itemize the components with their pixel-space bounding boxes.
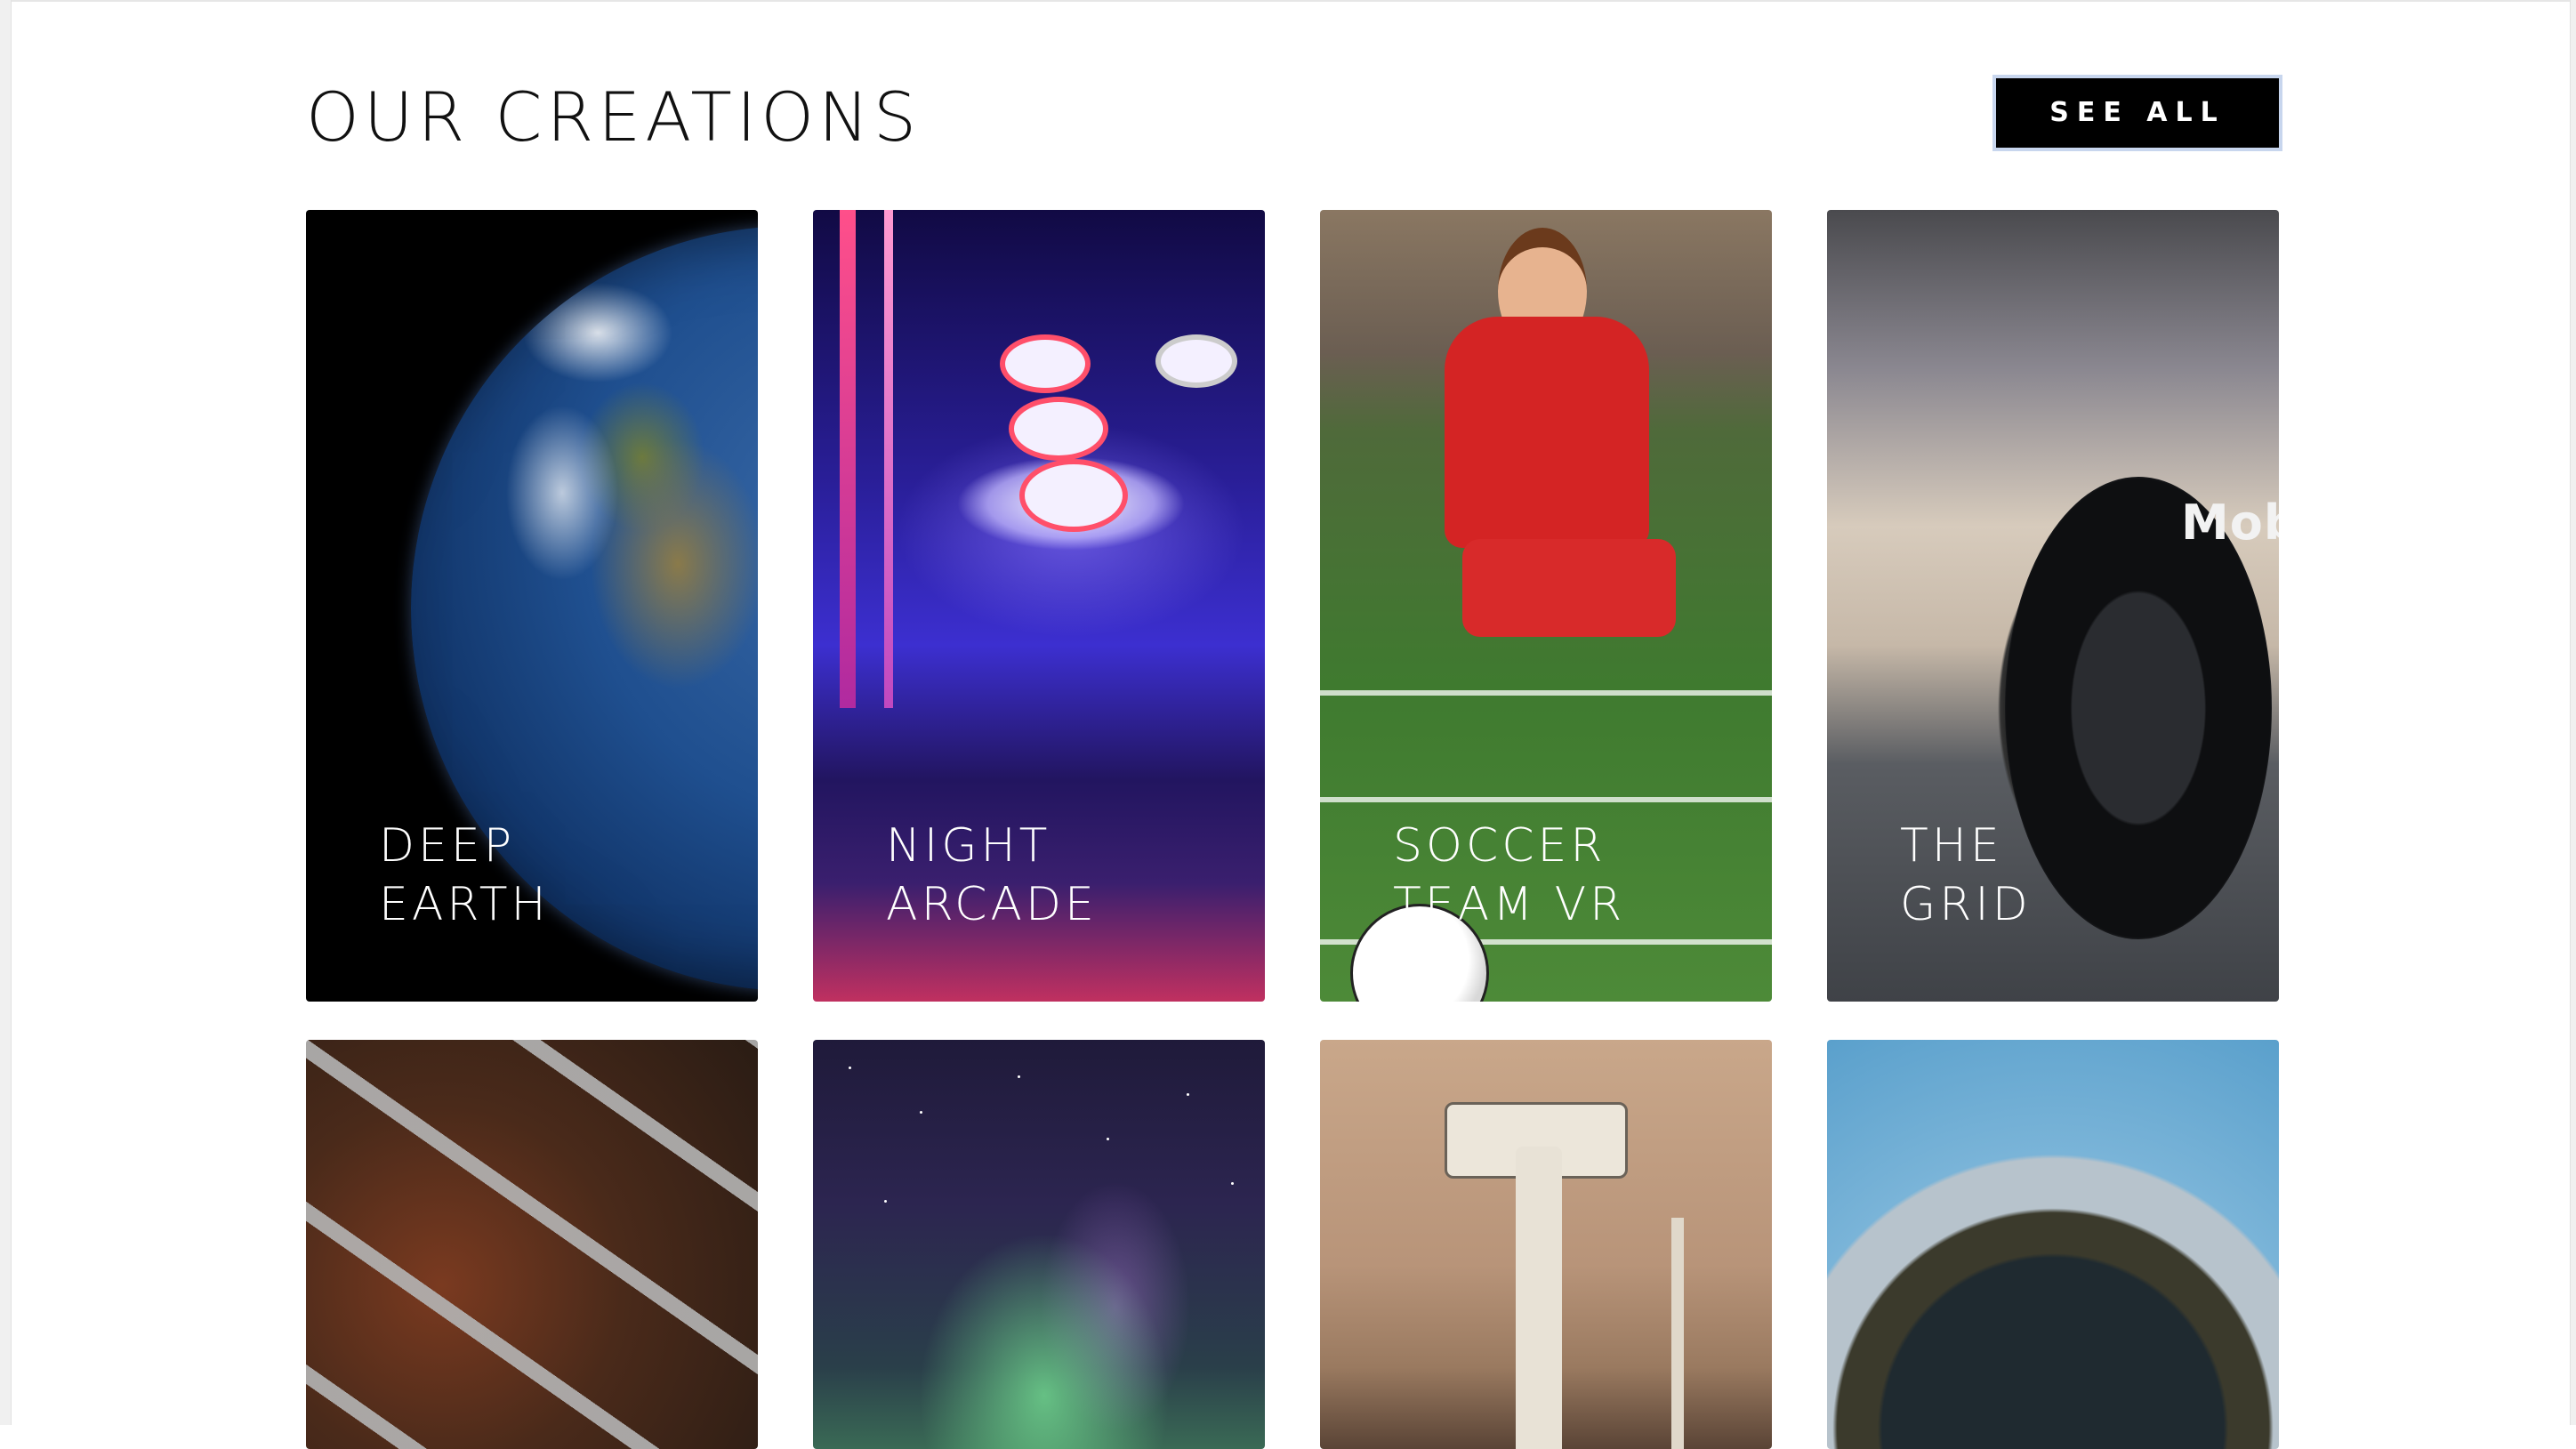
see-all-button[interactable]: SEE ALL [1992, 75, 2282, 151]
star [849, 1067, 851, 1069]
card-title: THE GRID [1900, 817, 2238, 934]
card-title: SOCCER TEAM VR [1393, 817, 1731, 934]
star [920, 1111, 922, 1114]
arcade-neon-rail [884, 210, 893, 708]
arcade-score-cup [1155, 334, 1237, 388]
card-title-line: ARCADE [886, 878, 1098, 931]
player-jersey [1445, 317, 1649, 548]
player-shorts [1462, 539, 1676, 637]
card-night-arcade[interactable]: NIGHT ARCADE [813, 210, 1265, 1002]
star [884, 1200, 887, 1203]
star [1187, 1093, 1189, 1096]
field-line [1320, 797, 1772, 802]
card-aurora[interactable] [813, 1040, 1265, 1449]
card-the-grid[interactable]: Mob THE GRID [1827, 210, 2279, 1002]
arcade-neon-rail [840, 210, 856, 708]
arcade-score-cup [1009, 397, 1108, 461]
card-title-line: THE [1900, 819, 2003, 873]
card-title-line: SOCCER [1393, 819, 1606, 873]
card-tiny-planet[interactable] [1827, 1040, 2279, 1449]
card-soccer-team-vr[interactable]: SOCCER TEAM VR [1320, 210, 1772, 1002]
card-title-line: TEAM VR [1393, 878, 1626, 931]
card-winding-roads[interactable] [306, 1040, 758, 1449]
arcade-score-cup [1000, 334, 1091, 393]
window-left-edge [0, 0, 12, 1425]
car-sponsor-logo: Mob [2181, 495, 2279, 551]
card-title-line: DEEP [379, 819, 516, 873]
star [1231, 1182, 1234, 1185]
window-right-edge [2570, 0, 2576, 1425]
card-title: NIGHT ARCADE [886, 817, 1224, 934]
arcade-score-cup [1019, 459, 1128, 532]
field-line [1320, 690, 1772, 696]
card-title: DEEP EARTH [379, 817, 717, 934]
card-title-line: EARTH [379, 878, 550, 931]
star [1018, 1075, 1020, 1078]
rover-mast [1516, 1147, 1562, 1449]
card-mars-rover[interactable] [1320, 1040, 1772, 1449]
section-title: OUR CREATIONS [306, 77, 922, 157]
window-top-edge [0, 0, 2576, 2]
card-deep-earth[interactable]: DEEP EARTH [306, 210, 758, 1002]
rover-antenna [1671, 1218, 1684, 1449]
star [1107, 1138, 1109, 1140]
card-title-line: NIGHT [886, 819, 1051, 873]
card-title-line: GRID [1900, 878, 2032, 931]
